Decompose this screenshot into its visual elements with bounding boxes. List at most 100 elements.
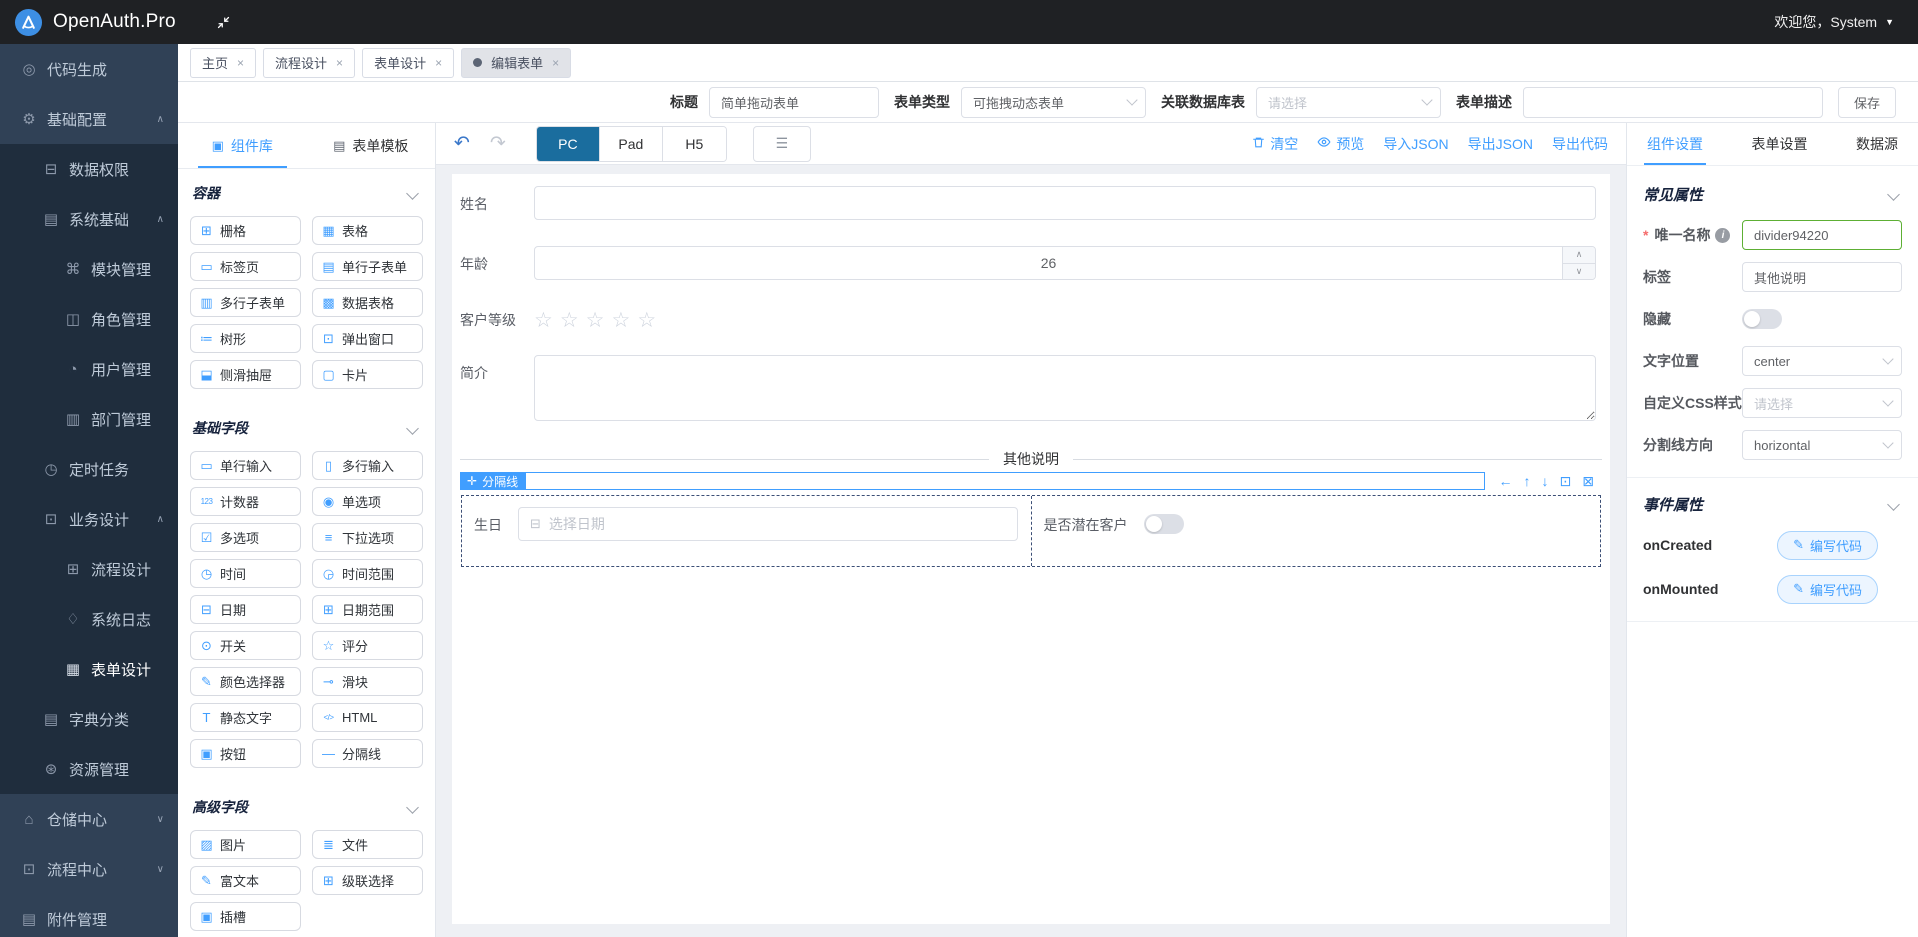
- device-tab-pad[interactable]: Pad: [600, 127, 663, 161]
- increase-button[interactable]: ∧: [1563, 247, 1595, 264]
- palette-component[interactable]: ☆评分: [312, 631, 423, 660]
- star-icon[interactable]: ☆: [560, 310, 579, 331]
- sidebar-item[interactable]: ▤系统基础∧: [0, 194, 178, 244]
- close-icon[interactable]: ×: [237, 57, 244, 69]
- form-type-select[interactable]: 可拖拽动态表单: [961, 87, 1146, 118]
- export-json-button[interactable]: 导出JSON: [1468, 134, 1533, 154]
- view-tab[interactable]: 主页×: [190, 48, 256, 78]
- star-icon[interactable]: ☆: [534, 310, 553, 331]
- view-tab[interactable]: 流程设计×: [263, 48, 355, 78]
- palette-component[interactable]: ⊡弹出窗口: [312, 324, 423, 353]
- delete-icon[interactable]: ⊠: [1582, 474, 1594, 488]
- sidebar-item[interactable]: ▦表单设计: [0, 644, 178, 694]
- star-icon[interactable]: ☆: [586, 310, 605, 331]
- property-switch[interactable]: [1742, 309, 1782, 329]
- property-select[interactable]: 请选择: [1742, 388, 1902, 418]
- palette-component[interactable]: ⊞级联选择: [312, 866, 423, 895]
- close-icon[interactable]: ×: [435, 57, 442, 69]
- palette-component[interactable]: ▢卡片: [312, 360, 423, 389]
- view-tab[interactable]: 编辑表单×: [461, 48, 571, 78]
- collapse-sidebar-icon[interactable]: [216, 15, 231, 30]
- palette-component[interactable]: 123计数器: [190, 487, 301, 516]
- close-icon[interactable]: ×: [336, 57, 343, 69]
- palette-component[interactable]: ▣插槽: [190, 902, 301, 931]
- field-row-rating[interactable]: 客户等级 ☆☆☆☆☆: [460, 306, 1602, 331]
- birthday-date-input[interactable]: ⊟ 选择日期: [518, 507, 1018, 541]
- palette-component[interactable]: ⊞栅格: [190, 216, 301, 245]
- form-canvas[interactable]: 姓名 年龄 26 ∧ ∨: [452, 174, 1610, 924]
- sidebar-item[interactable]: ⊞流程设计: [0, 544, 178, 594]
- palette-component[interactable]: T静态文字: [190, 703, 301, 732]
- palette-tab[interactable]: ▤表单模板: [307, 123, 436, 168]
- sidebar-item[interactable]: ⚙基础配置∧: [0, 94, 178, 144]
- customer-switch[interactable]: [1144, 514, 1184, 534]
- widget-drag-handle[interactable]: ✛ 分隔线: [460, 472, 525, 490]
- sidebar-item[interactable]: ◫角色管理: [0, 294, 178, 344]
- view-tab[interactable]: 表单设计×: [362, 48, 454, 78]
- palette-component[interactable]: ▤单行子表单: [312, 252, 423, 281]
- sidebar-item[interactable]: ▤附件管理: [0, 894, 178, 937]
- palette-component[interactable]: ≡下拉选项: [312, 523, 423, 552]
- property-input[interactable]: 其他说明: [1742, 262, 1902, 292]
- grid-cell-birthday[interactable]: 生日 ⊟ 选择日期: [462, 496, 1032, 566]
- palette-component[interactable]: ▭标签页: [190, 252, 301, 281]
- save-button[interactable]: 保存: [1838, 87, 1896, 118]
- palette-component[interactable]: ⊟日期: [190, 595, 301, 624]
- property-select[interactable]: center: [1742, 346, 1902, 376]
- sidebar-item[interactable]: ⊡业务设计∧: [0, 494, 178, 544]
- sidebar-item[interactable]: ⊛资源管理: [0, 744, 178, 794]
- sidebar-item[interactable]: ◎代码生成: [0, 44, 178, 94]
- outline-tree-button[interactable]: ☰: [753, 126, 811, 162]
- device-tab-pc[interactable]: PC: [537, 127, 600, 161]
- palette-component[interactable]: ≔树形: [190, 324, 301, 353]
- write-code-button[interactable]: ✎编写代码: [1777, 531, 1878, 560]
- db-table-select[interactable]: 请选择: [1256, 87, 1441, 118]
- intro-textarea[interactable]: [534, 355, 1596, 421]
- move-down-icon[interactable]: ↓: [1542, 474, 1549, 488]
- redo-icon[interactable]: ↷: [490, 134, 506, 153]
- divider-widget-selected[interactable]: 其他说明 ✛ 分隔线 ←↑↓⊡⊠: [460, 449, 1602, 490]
- property-input[interactable]: divider94220: [1742, 220, 1902, 250]
- palette-component[interactable]: ⊙开关: [190, 631, 301, 660]
- move-up-icon[interactable]: ↑: [1524, 474, 1531, 488]
- device-tab-h5[interactable]: H5: [663, 127, 726, 161]
- field-row-age[interactable]: 年龄 26 ∧ ∨: [460, 246, 1602, 280]
- palette-component[interactable]: ⊸滑块: [312, 667, 423, 696]
- palette-component[interactable]: —分隔线: [312, 739, 423, 768]
- export-code-button[interactable]: 导出代码: [1552, 134, 1608, 154]
- age-number-input[interactable]: 26 ∧ ∨: [534, 246, 1596, 280]
- write-code-button[interactable]: ✎编写代码: [1777, 575, 1878, 604]
- palette-component[interactable]: ◷时间: [190, 559, 301, 588]
- clear-button[interactable]: 清空: [1252, 134, 1298, 154]
- undo-icon[interactable]: ↶: [454, 134, 470, 153]
- name-input[interactable]: [534, 186, 1596, 220]
- sidebar-item[interactable]: ⊟数据权限: [0, 144, 178, 194]
- tab-form-settings[interactable]: 表单设置: [1749, 123, 1811, 165]
- preview-button[interactable]: 预览: [1317, 134, 1364, 154]
- form-desc-input[interactable]: [1523, 87, 1823, 118]
- sidebar-item[interactable]: ◔用户管理: [0, 344, 178, 394]
- palette-component[interactable]: ◉单选项: [312, 487, 423, 516]
- user-menu[interactable]: 欢迎您，System ▼: [1774, 12, 1894, 32]
- grid-row-widget[interactable]: 生日 ⊟ 选择日期 是否潜在客户: [461, 495, 1601, 567]
- sidebar-item[interactable]: ♢系统日志: [0, 594, 178, 644]
- palette-component[interactable]: ▨图片: [190, 830, 301, 859]
- sidebar-item[interactable]: ◷定时任务: [0, 444, 178, 494]
- palette-component[interactable]: ▭单行输入: [190, 451, 301, 480]
- palette-component[interactable]: ⬓侧滑抽屉: [190, 360, 301, 389]
- sidebar-item[interactable]: ▤字典分类: [0, 694, 178, 744]
- form-title-input[interactable]: [709, 87, 879, 118]
- palette-component[interactable]: ≣文件: [312, 830, 423, 859]
- decrease-button[interactable]: ∨: [1563, 264, 1595, 280]
- palette-component[interactable]: ✎富文本: [190, 866, 301, 895]
- palette-component[interactable]: ▥多行子表单: [190, 288, 301, 317]
- palette-tab[interactable]: ▣组件库: [178, 123, 307, 168]
- property-select[interactable]: horizontal: [1742, 430, 1902, 460]
- palette-component[interactable]: ▣按钮: [190, 739, 301, 768]
- field-row-name[interactable]: 姓名: [460, 186, 1602, 220]
- sidebar-item[interactable]: ⌂仓储中心∨: [0, 794, 178, 844]
- move-left-icon[interactable]: ←: [1499, 474, 1513, 488]
- copy-icon[interactable]: ⊡: [1560, 474, 1572, 488]
- palette-component[interactable]: </>HTML: [312, 703, 423, 732]
- palette-component[interactable]: ☑多选项: [190, 523, 301, 552]
